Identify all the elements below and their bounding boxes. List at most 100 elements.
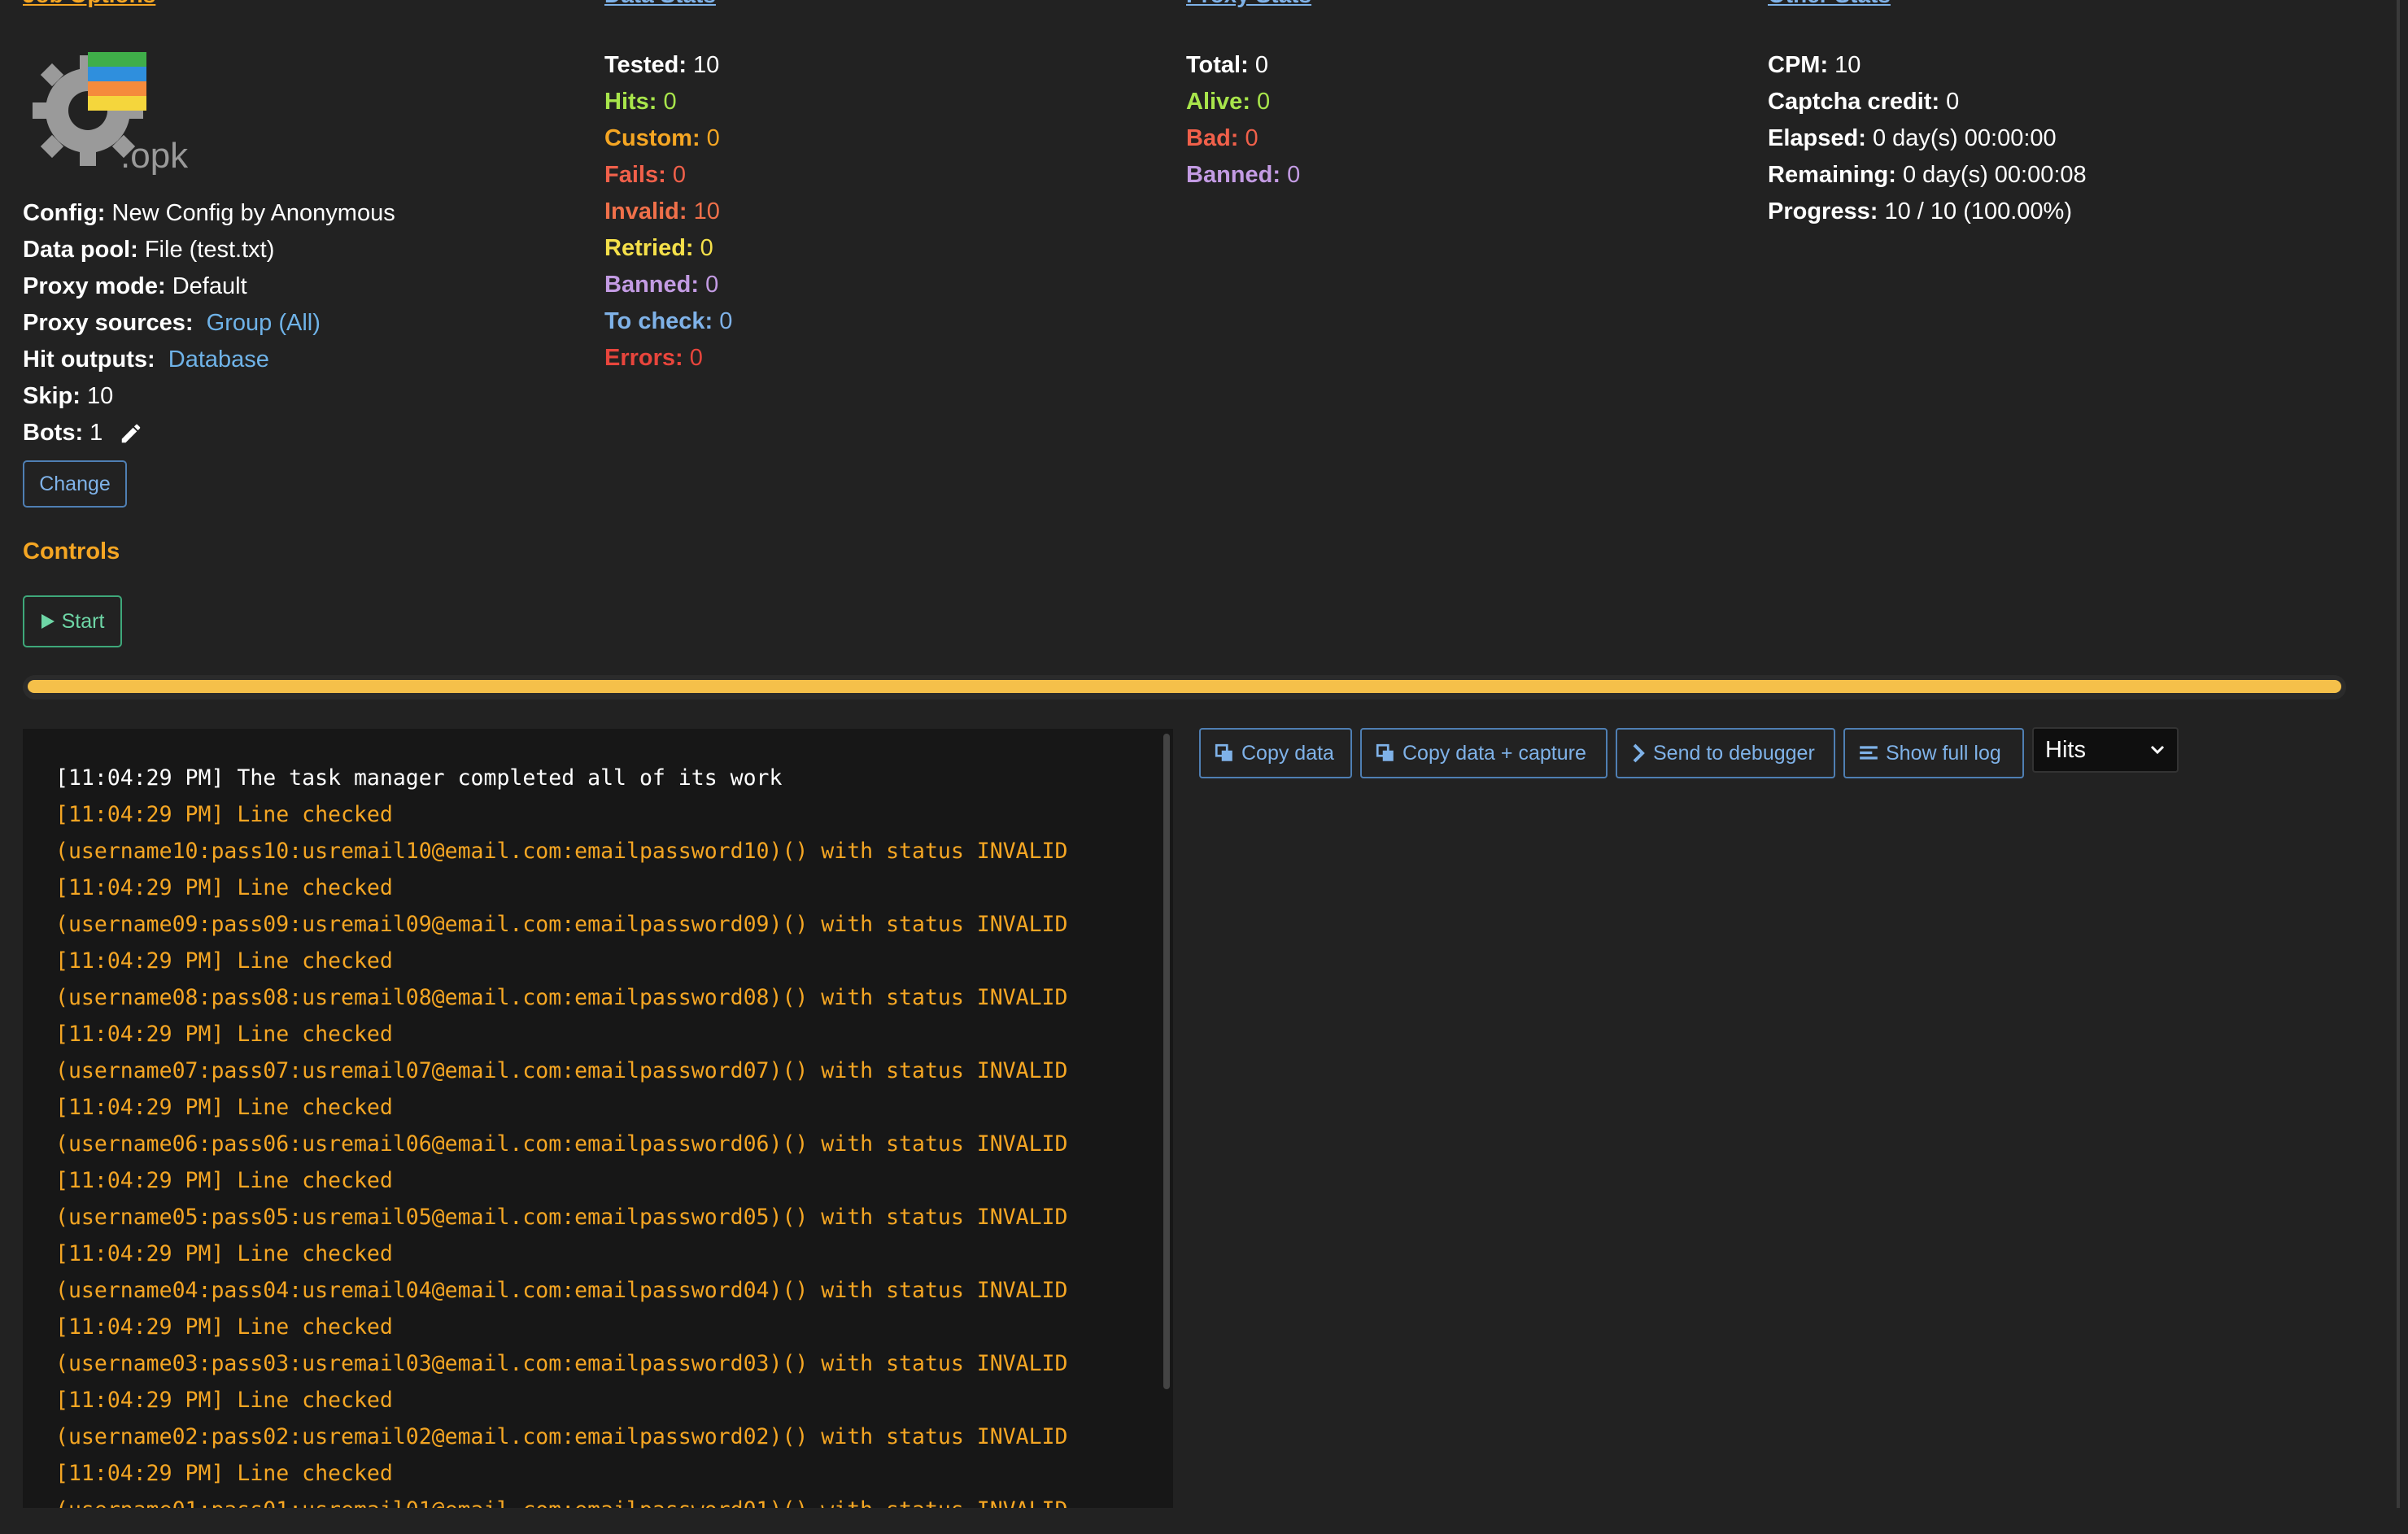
- proxy-stats-header: Proxy Stats: [1186, 0, 1311, 8]
- data-stats-row: Retried: 0: [604, 230, 732, 267]
- proxy-stats-row: Total: 0: [1186, 47, 1300, 84]
- data-stats-row: Fails: 0: [604, 157, 732, 194]
- data-stats-label: Retried:: [604, 235, 694, 261]
- copy-icon: [1215, 743, 1232, 761]
- log-panel[interactable]: [11:04:29 PM] The task manager completed…: [23, 729, 1173, 1508]
- log-line: [11:04:29 PM] Line checked: [55, 1241, 393, 1266]
- start-label: Start: [61, 609, 105, 633]
- copy-icon: [1376, 743, 1394, 761]
- start-button[interactable]: Start: [23, 595, 122, 647]
- remaining-label: Remaining:: [1768, 162, 1896, 188]
- proxy-stats-value: 0: [1287, 162, 1301, 188]
- job-options-header: Job Options: [23, 0, 155, 8]
- captcha-row: Captcha credit: 0: [1768, 84, 2087, 120]
- show-full-log-label: Show full log: [1886, 741, 2001, 765]
- pencil-icon[interactable]: [119, 421, 143, 446]
- hits-filter-select[interactable]: Hits: [2032, 727, 2179, 773]
- change-button[interactable]: Change: [23, 460, 127, 508]
- proxy-stats-row: Alive: 0: [1186, 84, 1300, 120]
- log-line: [11:04:29 PM] The task manager completed…: [55, 765, 783, 791]
- elapsed-label: Elapsed:: [1768, 125, 1866, 151]
- log-scrollbar[interactable]: [1163, 734, 1170, 1389]
- data-stats-row: Invalid: 10: [604, 194, 732, 230]
- controls-title: Controls: [23, 538, 120, 564]
- data-stats-label: Custom:: [604, 125, 700, 151]
- proxymode-value: Default: [172, 273, 247, 299]
- hitoutputs-row: Hit outputs: Database: [23, 342, 395, 378]
- remaining-value: 0 day(s) 00:00:08: [1902, 162, 2087, 188]
- other-stats-list: CPM: 10 Captcha credit: 0 Elapsed: 0 day…: [1768, 47, 2087, 230]
- datapool-label: Data pool:: [23, 237, 138, 263]
- data-stats-row: Custom: 0: [604, 120, 732, 157]
- skip-value: 10: [86, 383, 114, 409]
- data-stats-row: Banned: 0: [604, 267, 732, 303]
- proxymode-label: Proxy mode:: [23, 273, 166, 299]
- data-stats-header: Data Stats: [604, 0, 716, 8]
- data-stats-label: To check:: [604, 308, 713, 334]
- data-stats-value: 0: [700, 235, 713, 261]
- skip-row: Skip: 10: [23, 378, 395, 415]
- proxy-stats-list: Total: 0 Alive: 0 Bad: 0 Banned: 0: [1186, 47, 1300, 194]
- data-stats-label: Tested:: [604, 52, 687, 78]
- log-line: (username03:pass03:usremail03@email.com:…: [55, 1351, 1068, 1376]
- log-line: [11:04:29 PM] Line checked: [55, 948, 393, 974]
- skip-label: Skip:: [23, 383, 81, 409]
- proxy-stats-label: Banned:: [1186, 162, 1280, 188]
- log-line: [11:04:29 PM] Line checked: [55, 1314, 393, 1340]
- bots-label: Bots:: [23, 420, 84, 446]
- log-line: [11:04:29 PM] Line checked: [55, 802, 393, 827]
- log-line: (username04:pass04:usremail04@email.com:…: [55, 1278, 1068, 1303]
- config-row: Config: New Config by Anonymous: [23, 195, 395, 232]
- log-line: [11:04:29 PM] Line checked: [55, 1095, 393, 1120]
- data-stats-label: Errors:: [604, 345, 683, 371]
- show-full-log-button[interactable]: Show full log: [1843, 728, 2024, 778]
- progress-value: 10 / 10 (100.00%): [1884, 198, 2072, 224]
- data-stats-value: 0: [663, 89, 677, 115]
- log-line: (username02:pass02:usremail02@email.com:…: [55, 1424, 1068, 1449]
- log-line: (username01:pass01:usremail01@email.com:…: [55, 1492, 1145, 1508]
- hitoutputs-label: Hit outputs:: [23, 346, 155, 373]
- other-stats-header: Other Stats: [1768, 0, 1891, 8]
- datapool-value: File (test.txt): [144, 237, 275, 263]
- bottom-strip: [0, 1508, 2408, 1534]
- progress-bar: [23, 675, 2346, 699]
- log-line: [11:04:29 PM] Line checked: [55, 1022, 393, 1047]
- data-stats-label: Banned:: [604, 272, 699, 298]
- data-stats-list: Tested: 10 Hits: 0 Custom: 0 Fails: 0 Invali…: [604, 47, 732, 377]
- job-page: Job Options .opk Config: New Config by A…: [0, 0, 2408, 1534]
- proxy-stats-label: Alive:: [1186, 89, 1250, 115]
- log-line: (username09:pass09:usremail09@email.com:…: [55, 912, 1068, 937]
- data-stats-value: 0: [689, 345, 703, 371]
- proxy-stats-label: Total:: [1186, 52, 1249, 78]
- proxy-stats-label: Bad:: [1186, 125, 1239, 151]
- remaining-row: Remaining: 0 day(s) 00:00:08: [1768, 157, 2087, 194]
- elapsed-value: 0 day(s) 00:00:00: [1872, 125, 2057, 151]
- captcha-label: Captcha credit:: [1768, 89, 1940, 115]
- logo-text: .opk: [120, 136, 189, 176]
- proxy-stats-value: 0: [1245, 125, 1259, 151]
- data-stats-value: 0: [706, 125, 720, 151]
- proxysources-link[interactable]: Group (All): [207, 310, 321, 336]
- proxy-stats-row: Bad: 0: [1186, 120, 1300, 157]
- copy-data-button[interactable]: Copy data: [1199, 728, 1352, 778]
- data-stats-value: 10: [693, 198, 720, 224]
- log-line: [11:04:29 PM] Line checked: [55, 1388, 393, 1413]
- data-stats-row: To check: 0: [604, 303, 732, 340]
- proxymode-row: Proxy mode: Default: [23, 268, 395, 305]
- progress-bar-fill: [28, 680, 2341, 693]
- proxy-stats-row: Banned: 0: [1186, 157, 1300, 194]
- bots-value: 1: [89, 420, 103, 446]
- job-info: Config: New Config by Anonymous Data poo…: [23, 195, 395, 451]
- proxy-stats-value: 0: [1257, 89, 1271, 115]
- copy-data-capture-button[interactable]: Copy data + capture: [1360, 728, 1608, 778]
- cpm-row: CPM: 10: [1768, 47, 2087, 84]
- proxysources-row: Proxy sources: Group (All): [23, 305, 395, 342]
- send-to-debugger-button[interactable]: Send to debugger: [1616, 728, 1835, 778]
- send-to-debugger-label: Send to debugger: [1653, 741, 1815, 765]
- bots-row: Bots: 1: [23, 415, 395, 451]
- datapool-row: Data pool: File (test.txt): [23, 232, 395, 268]
- chevron-right-icon: [1633, 743, 1645, 763]
- hitoutputs-link[interactable]: Database: [168, 346, 269, 373]
- config-value: New Config by Anonymous: [111, 200, 395, 226]
- hits-filter-value: Hits: [2045, 736, 2086, 763]
